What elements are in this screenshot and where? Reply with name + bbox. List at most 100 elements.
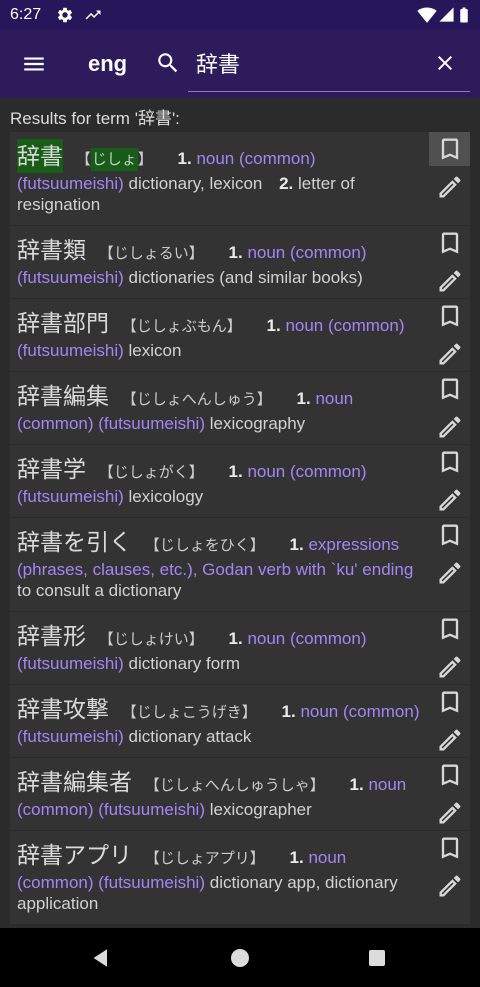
- reading: 【じしょをひく】: [145, 537, 265, 554]
- edit-button[interactable]: [429, 796, 470, 830]
- reading-kana: じしょをひく: [159, 537, 250, 554]
- result-item[interactable]: 辞書アプリ 【じしょアプリ】 1. noun (common) (futsuum…: [10, 831, 470, 924]
- entry-text: 辞書 【じしょ】 1. noun (common) (futsuumeishi)…: [10, 132, 470, 225]
- bookmark-button[interactable]: [429, 445, 470, 479]
- entry-text: 辞書学 【じしょがく】 1. noun (common) (futsuumeis…: [10, 445, 470, 517]
- sense-number: 2.: [279, 174, 294, 193]
- gloss: lexicon: [128, 341, 182, 360]
- bookmark-border-icon: [441, 618, 458, 640]
- reading-open-bracket: 【: [98, 245, 114, 262]
- result-item[interactable]: 辞書を引く 【じしょをひく】 1. expressions (phrases, …: [10, 518, 470, 611]
- reading-close-bracket: 】: [249, 537, 265, 554]
- entry-text: 辞書編集 【じしょへんしゅう】 1. noun (common) (futsuu…: [10, 372, 470, 444]
- bookmark-button[interactable]: [429, 831, 470, 865]
- edit-icon: [439, 270, 461, 292]
- entry-text: 辞書を引く 【じしょをひく】 1. expressions (phrases, …: [10, 518, 470, 611]
- reading: 【じしょぶもん】: [122, 318, 242, 335]
- edit-icon: [439, 343, 461, 365]
- reading: 【じしょアプリ】: [145, 850, 265, 867]
- bookmark-border-icon: [441, 837, 458, 859]
- reading-close-bracket: 】: [249, 850, 265, 867]
- edit-button[interactable]: [429, 170, 470, 204]
- sense-number: 1.: [281, 702, 296, 721]
- reading-kana: じしょぶもん: [136, 318, 227, 335]
- sense-number: 1.: [228, 243, 243, 262]
- trending-up-icon: [85, 10, 101, 20]
- recents-button[interactable]: [357, 938, 397, 978]
- entry-actions: [429, 299, 470, 375]
- edit-button[interactable]: [429, 869, 470, 903]
- reading-close-bracket: 】: [226, 318, 242, 335]
- result-item[interactable]: 辞書類 【じしょるい】 1. noun (common) (futsuumeis…: [10, 226, 470, 298]
- entry-actions: [429, 372, 470, 448]
- entry-text: 辞書編集者 【じしょへんしゅうしゃ】 1. noun (common) (fut…: [10, 758, 470, 830]
- reading: 【じしょ】: [76, 148, 153, 171]
- bookmark-button[interactable]: [429, 685, 470, 719]
- entry-text: 辞書類 【じしょるい】 1. noun (common) (futsuumeis…: [10, 226, 470, 298]
- reading-open-bracket: 【: [144, 537, 160, 554]
- edit-button[interactable]: [429, 556, 470, 590]
- result-item[interactable]: 辞書形 【じしょけい】 1. noun (common) (futsuumeis…: [10, 612, 470, 684]
- result-item[interactable]: 辞書学 【じしょがく】 1. noun (common) (futsuumeis…: [10, 445, 470, 517]
- bookmark-border-icon: [441, 691, 458, 713]
- entry-text: 辞書形 【じしょけい】 1. noun (common) (futsuumeis…: [10, 612, 470, 684]
- result-item[interactable]: 辞書編集者 【じしょへんしゅうしゃ】 1. noun (common) (fut…: [10, 758, 470, 830]
- reading-close-bracket: 】: [188, 631, 204, 648]
- headword: 辞書編集: [17, 383, 109, 409]
- bookmark-border-icon: [441, 378, 458, 400]
- gloss: lexicology: [128, 487, 204, 506]
- entry-text: 辞書アプリ 【じしょアプリ】 1. noun (common) (futsuum…: [10, 831, 470, 924]
- reading-close-bracket: 】: [309, 777, 325, 794]
- bookmark-button[interactable]: [429, 612, 470, 646]
- wifi-icon: [417, 7, 437, 23]
- reading-kana: じしょけい: [113, 631, 189, 648]
- recents-icon: [369, 950, 385, 966]
- results-list[interactable]: 辞書 【じしょ】 1. noun (common) (futsuumeishi)…: [10, 132, 470, 928]
- entry-actions: [429, 685, 470, 761]
- reading: 【じしょへんしゅう】: [122, 391, 272, 408]
- home-button[interactable]: [220, 938, 260, 978]
- result-item[interactable]: 辞書編集 【じしょへんしゅう】 1. noun (common) (futsuu…: [10, 372, 470, 444]
- search-icon: [155, 50, 181, 76]
- edit-button[interactable]: [429, 410, 470, 444]
- edit-button[interactable]: [429, 483, 470, 517]
- gear-icon: [57, 7, 73, 23]
- back-button[interactable]: [80, 938, 120, 978]
- bookmark-button[interactable]: [429, 299, 470, 333]
- result-item[interactable]: 辞書 【じしょ】 1. noun (common) (futsuumeishi)…: [10, 132, 470, 225]
- result-item[interactable]: 辞書攻撃 【じしょこうげき】 1. noun (common) (futsuum…: [10, 685, 470, 757]
- headword: 辞書: [17, 139, 63, 173]
- menu-icon: [24, 57, 44, 71]
- search-underline: [188, 91, 470, 92]
- bookmark-button[interactable]: [429, 226, 470, 260]
- edit-icon: [439, 489, 461, 511]
- bookmark-border-icon: [441, 451, 458, 473]
- headword: 辞書学: [17, 456, 86, 482]
- gloss: lexicographer: [209, 800, 312, 819]
- bookmark-button[interactable]: [429, 132, 470, 166]
- headword: 辞書形: [17, 623, 86, 649]
- edit-button[interactable]: [429, 264, 470, 298]
- edit-button[interactable]: [429, 337, 470, 371]
- bookmark-button[interactable]: [429, 518, 470, 552]
- status-bar: 6:27: [0, 0, 480, 30]
- bookmark-button[interactable]: [429, 372, 470, 406]
- navigation-bar: [0, 928, 480, 987]
- reading-open-bracket: 【: [98, 631, 114, 648]
- reading: 【じしょるい】: [99, 245, 204, 262]
- bookmark-border-icon: [441, 232, 458, 254]
- language-selector[interactable]: eng: [86, 44, 129, 84]
- entry-text: 辞書攻撃 【じしょこうげき】 1. noun (common) (futsuum…: [10, 685, 470, 757]
- headword: 辞書アプリ: [17, 842, 132, 868]
- clear-search-button[interactable]: [425, 43, 465, 83]
- reading-kana: じしょがく: [113, 464, 189, 481]
- edit-button[interactable]: [429, 650, 470, 684]
- reading-open-bracket: 【: [121, 704, 137, 721]
- bookmark-button[interactable]: [429, 758, 470, 792]
- entry-actions: [429, 518, 470, 594]
- menu-button[interactable]: [14, 44, 54, 84]
- result-item[interactable]: 辞書部門 【じしょぶもん】 1. noun (common) (futsuume…: [10, 299, 470, 371]
- sense-number: 1.: [266, 316, 281, 335]
- edit-button[interactable]: [429, 723, 470, 757]
- search-input[interactable]: [188, 43, 422, 83]
